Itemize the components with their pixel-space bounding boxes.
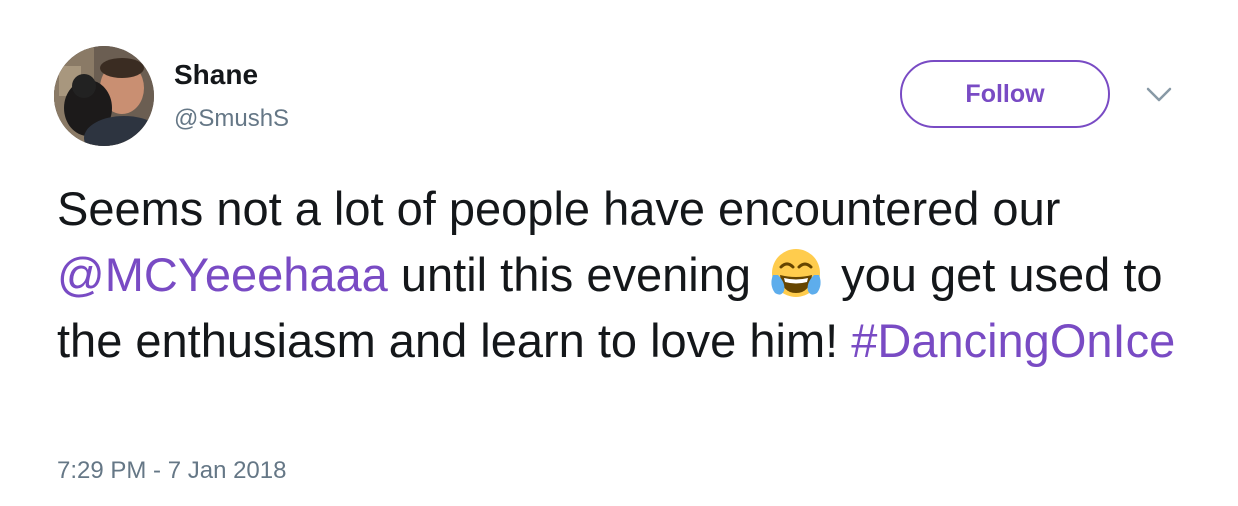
chevron-down-icon[interactable] bbox=[1142, 82, 1176, 108]
timestamp[interactable]: 7:29 PM - 7 Jan 2018 bbox=[57, 456, 286, 486]
avatar[interactable] bbox=[54, 46, 154, 146]
hashtag-link[interactable]: #DancingOnIce bbox=[851, 314, 1175, 367]
author-name[interactable]: Shane bbox=[174, 58, 258, 92]
profile-photo-icon bbox=[54, 46, 154, 146]
tweet-text-part: until this evening bbox=[387, 248, 765, 301]
tweet-text: Seems not a lot of people have encounter… bbox=[57, 176, 1187, 374]
follow-button[interactable]: Follow bbox=[900, 60, 1110, 128]
tweet-text-part: Seems not a lot of people have encounter… bbox=[57, 182, 1061, 235]
face-with-tears-of-joy-icon bbox=[771, 249, 821, 297]
author-handle[interactable]: @SmushS bbox=[174, 104, 289, 134]
mention-link[interactable]: @MCYeeehaaa bbox=[57, 248, 388, 301]
